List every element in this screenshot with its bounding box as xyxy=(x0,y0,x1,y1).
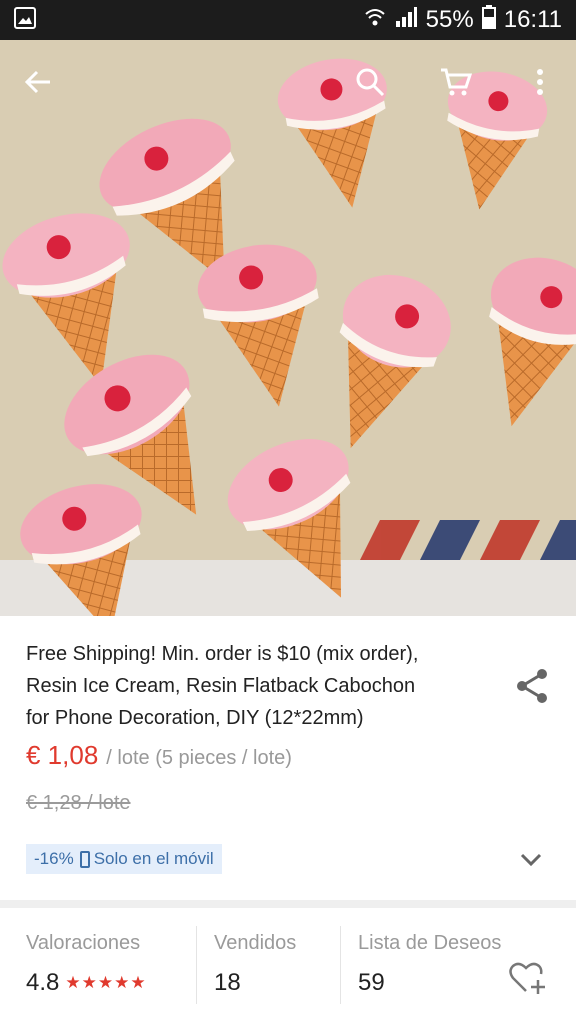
mobile-discount-badge: -16% Solo en el móvil xyxy=(26,844,222,874)
promo-text: Solo en el móvil xyxy=(93,849,214,868)
ratings-value: 4.8 xyxy=(26,969,60,996)
ratings-label: Valoraciones xyxy=(26,932,141,954)
title-line: Resin Ice Cream, Resin Flatback Cabochon xyxy=(26,675,416,697)
phone-icon xyxy=(79,850,90,868)
price-row: € 1,08 / lote (5 pieces / lote) xyxy=(26,740,292,771)
image-notification-icon xyxy=(14,6,36,34)
current-price: € 1,08 xyxy=(26,740,99,770)
sold-stat: Vendidos 18 xyxy=(214,932,296,997)
wishlist-label: Lista de Deseos xyxy=(358,932,502,954)
image-toolbar xyxy=(0,40,576,130)
search-icon[interactable] xyxy=(346,58,394,106)
price-unit: / lote (5 pieces / lote) xyxy=(106,747,292,769)
wishlist-value: 59 xyxy=(358,969,385,996)
product-info-card: Free Shipping! Min. order is $10 (mix or… xyxy=(0,616,576,900)
product-stats: Valoraciones 4.8 ★★★★★ Vendidos 18 Lista… xyxy=(0,908,576,1024)
divider xyxy=(196,926,197,1004)
product-title: Free Shipping! Min. order is $10 (mix or… xyxy=(26,638,476,734)
battery-percent: 55% xyxy=(425,6,474,33)
chevron-down-icon[interactable] xyxy=(514,846,548,874)
title-line: Free Shipping! Min. order is $10 (mix or… xyxy=(26,643,419,665)
divider xyxy=(340,926,341,1004)
add-to-wishlist-heart-icon[interactable] xyxy=(508,958,548,998)
ratings-stat[interactable]: Valoraciones 4.8 ★★★★★ xyxy=(26,932,147,997)
more-vert-icon[interactable] xyxy=(516,58,564,106)
original-price: € 1,28 / lote xyxy=(26,792,131,814)
back-arrow-icon[interactable] xyxy=(14,58,62,106)
star-rating-icon: ★★★★★ xyxy=(65,973,147,992)
sold-label: Vendidos xyxy=(214,932,297,954)
status-bar: 55% 16:11 xyxy=(0,0,576,40)
share-icon[interactable] xyxy=(510,664,554,708)
battery-icon xyxy=(481,4,496,36)
signal-icon xyxy=(394,6,418,35)
wifi-icon xyxy=(364,6,386,35)
clock: 16:11 xyxy=(503,6,562,33)
title-line: for Phone Decoration, DIY (12*22mm) xyxy=(26,707,364,729)
sold-value: 18 xyxy=(214,969,241,996)
cart-icon[interactable] xyxy=(432,58,480,106)
discount-percent: -16% xyxy=(34,849,74,868)
wishlist-stat: Lista de Deseos 59 xyxy=(358,932,501,997)
